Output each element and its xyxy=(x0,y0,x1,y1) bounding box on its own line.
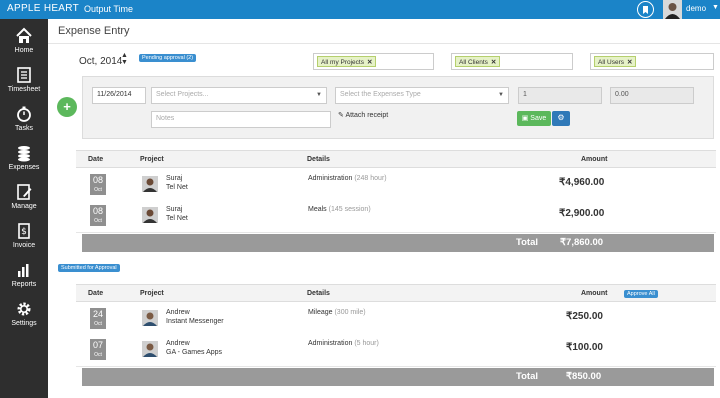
row-amount: ₹100.00 xyxy=(566,342,603,353)
row-details: Administration (248 hour) xyxy=(308,175,387,182)
add-expense-button[interactable]: + xyxy=(57,97,77,117)
sidebar-item-label: Expenses xyxy=(8,164,40,171)
sidebar-item-label: Tasks xyxy=(15,125,33,132)
sidebar-item-settings[interactable]: Settings xyxy=(0,296,48,334)
amount-field[interactable]: 0.00 xyxy=(610,87,694,104)
table-header: Date Project Details Amount xyxy=(76,284,716,302)
bookmark-icon[interactable] xyxy=(637,1,654,18)
chevron-down-icon: ▼ xyxy=(316,92,322,98)
row-details: Meals (145 session) xyxy=(308,206,371,213)
sidebar-item-label: Home xyxy=(14,47,34,54)
avatar xyxy=(142,310,158,326)
month-stepper[interactable]: ▲ ▼ xyxy=(121,52,128,66)
gear-icon: ⚙ xyxy=(557,113,565,122)
avatar xyxy=(142,207,158,223)
row-user: Suraj Tel Net xyxy=(166,175,188,191)
total-bar: Total ₹850.00 xyxy=(82,368,714,386)
pending-approval-badge[interactable]: Pending approval (2) xyxy=(139,54,197,62)
bar-chart-icon xyxy=(18,264,29,277)
sidebar-item-tasks[interactable]: Tasks xyxy=(0,101,48,139)
row-user: Andrew Instant Messenger xyxy=(166,309,224,325)
close-icon[interactable]: ✕ xyxy=(491,59,496,66)
close-icon[interactable]: ✕ xyxy=(627,59,632,66)
svg-text:$: $ xyxy=(21,227,27,237)
sidebar-item-manage[interactable]: Manage xyxy=(0,179,48,217)
avatar xyxy=(142,176,158,192)
projects-filter[interactable]: All my Projects ✕ xyxy=(313,53,434,70)
filter-tag: All my Projects ✕ xyxy=(317,56,377,67)
sidebar-item-label: Invoice xyxy=(12,242,36,249)
sidebar-item-reports[interactable]: Reports xyxy=(0,257,48,295)
expense-type-select[interactable]: Select the Expenses Type ▼ xyxy=(335,87,509,104)
row-user: Andrew GA - Games Apps xyxy=(166,340,223,356)
row-amount: ₹4,960.00 xyxy=(559,177,605,188)
manage-icon xyxy=(17,184,32,200)
attach-receipt-link[interactable]: ✎ Attach receipt xyxy=(338,111,388,119)
paperclip-icon: ✎ xyxy=(338,112,344,119)
date-badge: 08 Oct xyxy=(90,174,106,195)
page-title: Expense Entry xyxy=(58,25,130,37)
month-label: Oct, 2014 xyxy=(79,56,123,67)
sidebar-item-expenses[interactable]: Expenses xyxy=(0,140,48,178)
notes-input[interactable]: Notes xyxy=(151,111,331,128)
row-amount: ₹250.00 xyxy=(566,311,603,322)
chevron-down-icon: ▼ xyxy=(498,92,504,98)
project-select[interactable]: Select Projects... ▼ xyxy=(151,87,327,104)
total-label: Total xyxy=(516,237,538,248)
table-row[interactable]: 08 Oct Suraj Tel Net Administration (248 h… xyxy=(76,168,716,202)
gear-icon xyxy=(17,302,31,316)
invoice-icon: $ xyxy=(18,223,30,239)
options-button[interactable]: ⚙ xyxy=(552,111,570,126)
row-details: Administration (5 hour) xyxy=(308,340,379,347)
sidebar-item-label: Reports xyxy=(11,281,37,288)
divider xyxy=(48,43,720,44)
filter-tag: All Clients ✕ xyxy=(455,56,501,67)
total-value: ₹7,860.00 xyxy=(560,237,604,248)
clients-filter[interactable]: All Clients ✕ xyxy=(451,53,573,70)
brand-subtitle: Output Time xyxy=(84,4,134,14)
quantity-field[interactable]: 1 xyxy=(518,87,602,104)
sidebar-item-home[interactable]: Home xyxy=(0,23,48,61)
users-filter[interactable]: All Users ✕ xyxy=(590,53,714,70)
row-user: Suraj Tel Net xyxy=(166,206,188,222)
home-icon xyxy=(16,27,32,43)
coins-icon xyxy=(18,146,30,162)
total-bar: Total ₹7,860.00 xyxy=(82,234,714,252)
user-avatar[interactable] xyxy=(663,0,682,19)
timesheet-icon xyxy=(17,67,31,83)
avatar xyxy=(142,341,158,357)
sidebar-item-label: Manage xyxy=(11,203,37,210)
submitted-for-approval-badge: Submitted for Approval xyxy=(58,264,120,272)
table-row[interactable]: 07 Oct Andrew GA - Games Apps Administrati… xyxy=(76,333,716,367)
approve-all-button[interactable]: Approve All xyxy=(624,290,658,298)
brand-name: APPLE HEART xyxy=(7,3,80,14)
expense-entry-panel xyxy=(82,76,714,139)
total-value: ₹850.00 xyxy=(566,371,602,382)
table-row[interactable]: 24 Oct Andrew Instant Messenger Mileage (3… xyxy=(76,302,716,336)
save-icon: ▣ xyxy=(521,115,529,122)
chevron-down-icon[interactable]: ▼ xyxy=(712,4,719,11)
close-icon[interactable]: ✕ xyxy=(367,59,372,66)
row-amount: ₹2,900.00 xyxy=(559,208,605,219)
save-button[interactable]: ▣ Save xyxy=(517,111,551,126)
top-bar: APPLE HEART Output Time demo ▼ xyxy=(0,0,720,19)
sidebar-item-label: Timesheet xyxy=(7,86,41,93)
table-row[interactable]: 08 Oct Suraj Tel Net Meals (145 session) ₹… xyxy=(76,199,716,233)
filter-tag: All Users ✕ xyxy=(594,56,637,67)
sidebar-item-timesheet[interactable]: Timesheet xyxy=(0,62,48,100)
stopwatch-icon xyxy=(17,106,31,122)
sidebar-item-label: Settings xyxy=(11,320,37,327)
date-input[interactable]: 11/26/2014 xyxy=(92,87,146,104)
date-badge: 07 Oct xyxy=(90,339,106,360)
date-badge: 24 Oct xyxy=(90,308,106,329)
total-label: Total xyxy=(516,371,538,382)
table-header: Date Project Details Amount xyxy=(76,150,716,168)
sidebar: Home Timesheet Tasks Expenses Manage $ I… xyxy=(0,19,48,398)
date-badge: 08 Oct xyxy=(90,205,106,226)
row-details: Mileage (300 mile) xyxy=(308,309,366,316)
sidebar-item-invoice[interactable]: $ Invoice xyxy=(0,218,48,256)
user-name[interactable]: demo xyxy=(686,4,706,13)
